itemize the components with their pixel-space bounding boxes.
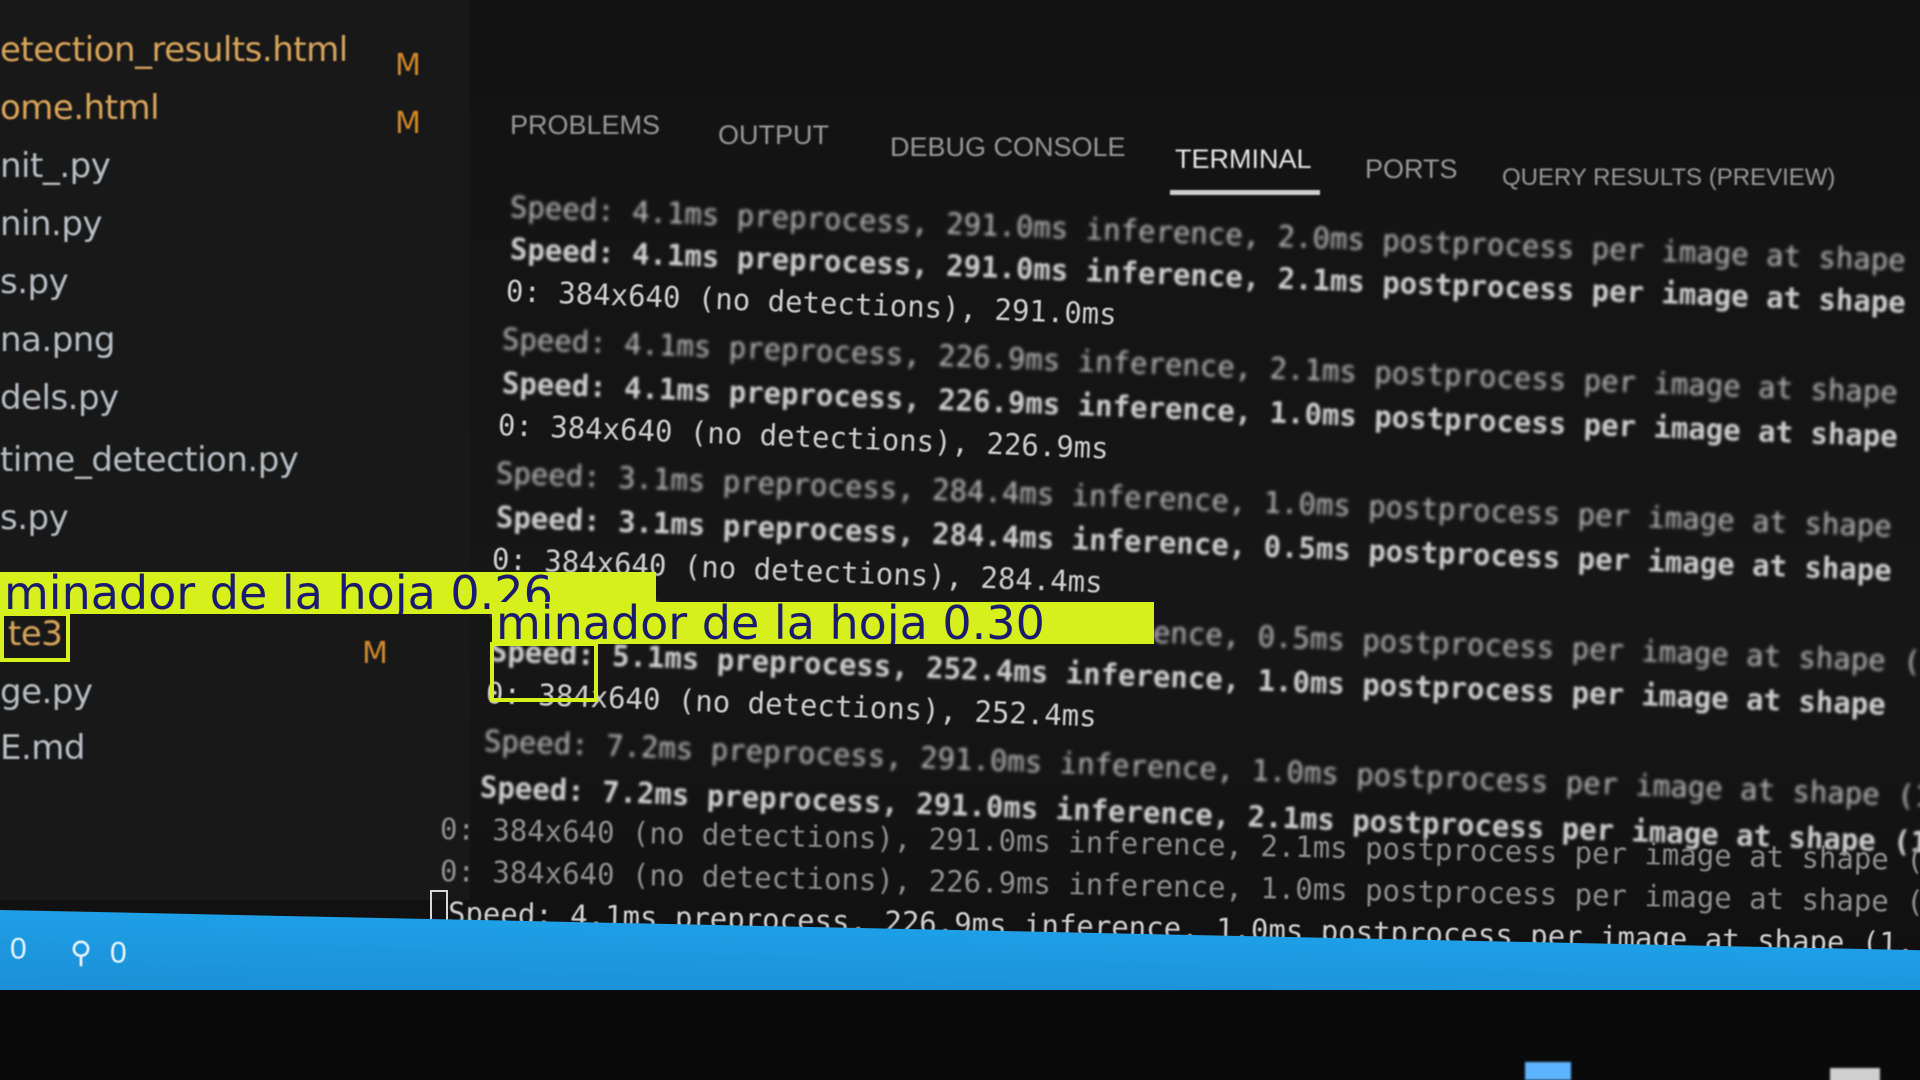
file-item[interactable]: na.png [0, 320, 115, 360]
modified-badge: M [395, 48, 421, 83]
detection-box [0, 612, 70, 662]
file-item[interactable]: s.py [0, 262, 69, 302]
taskbar-area [0, 990, 1920, 1080]
tab-output[interactable]: OUTPUT [718, 120, 829, 151]
file-item[interactable]: etection_results.html [0, 30, 348, 70]
file-item[interactable]: s.py [0, 498, 69, 538]
tab-ports[interactable]: PORTS [1365, 154, 1458, 185]
file-item[interactable]: ge.py [0, 672, 93, 712]
file-item[interactable]: nin.py [0, 204, 103, 244]
tab-terminal[interactable]: TERMINAL [1175, 144, 1312, 175]
file-item[interactable]: E.md [0, 728, 86, 768]
file-item[interactable]: nit_.py [0, 146, 111, 186]
taskbar-tray-icon[interactable] [1830, 1068, 1880, 1080]
modified-badge: M [395, 106, 421, 141]
explorer-sidebar: etection_results.html M ome.html M nit_.… [0, 0, 470, 900]
photo-of-vscode-screen: etection_results.html M ome.html M nit_.… [0, 0, 1920, 1080]
ports-count[interactable]: 0 [110, 936, 127, 970]
ports-icon[interactable]: ⚲ [70, 936, 92, 971]
file-item[interactable]: dels.py [0, 378, 119, 418]
problems-error-count[interactable]: 0 [10, 932, 27, 966]
file-item[interactable]: time_detection.py [0, 440, 299, 480]
detection-box [490, 642, 598, 702]
tab-problems[interactable]: PROBLEMS [510, 110, 660, 141]
file-item[interactable]: ome.html [0, 88, 160, 128]
taskbar-app-icon[interactable] [1525, 1062, 1571, 1080]
tab-debug-console[interactable]: DEBUG CONSOLE [890, 132, 1126, 163]
tab-query-results[interactable]: QUERY RESULTS (PREVIEW) [1502, 164, 1835, 192]
modified-badge: M [362, 636, 388, 671]
detection-label: minador de la hoja 0.30 [492, 602, 1154, 644]
